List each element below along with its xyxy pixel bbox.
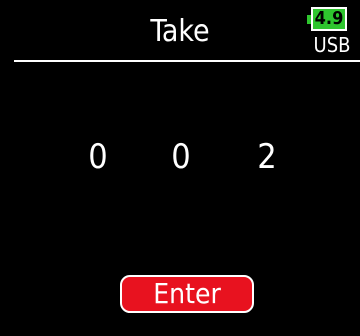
take-digit-tens[interactable]: 0 <box>161 137 201 177</box>
power-source-label: USB <box>313 33 351 57</box>
take-digit-hundreds[interactable]: 0 <box>78 137 118 177</box>
take-screen: Take 4.9 USB 0 0 2 Enter <box>0 0 360 336</box>
enter-button[interactable]: Enter <box>120 275 254 313</box>
battery-level: 4.9 <box>314 8 344 29</box>
take-digit-ones[interactable]: 2 <box>247 137 287 177</box>
header-divider <box>14 60 360 62</box>
